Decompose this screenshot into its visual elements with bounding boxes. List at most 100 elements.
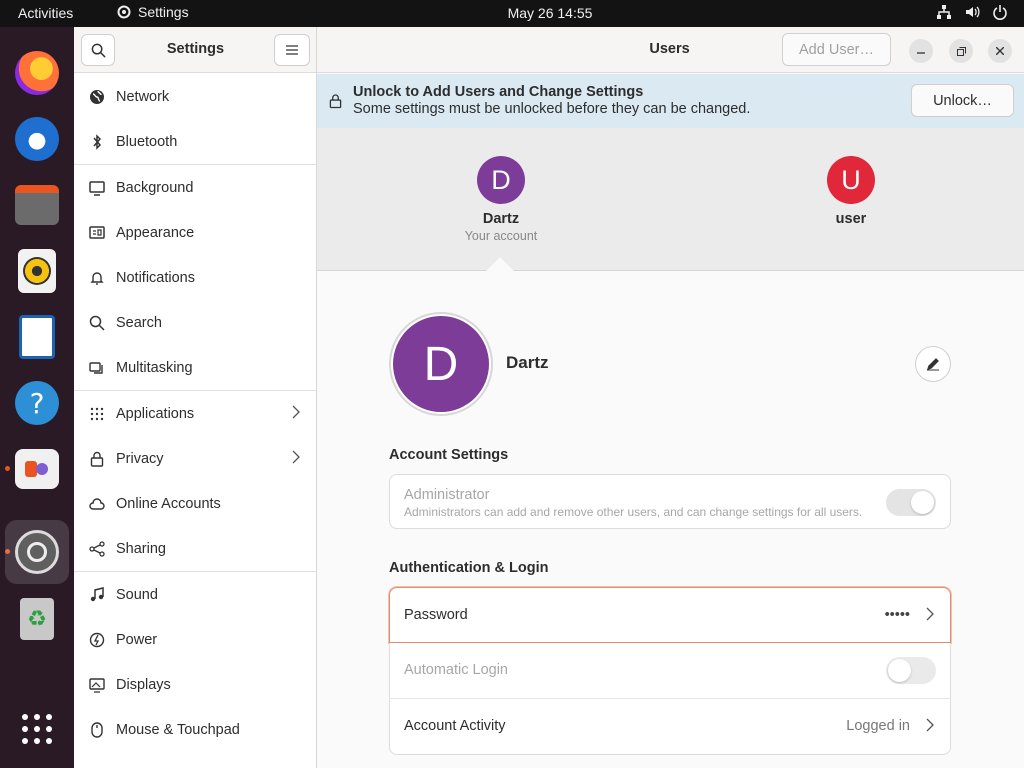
rhythmbox-icon [18, 249, 56, 293]
trash-icon: ♻ [20, 598, 54, 640]
account-settings-card: Administrator Administrators can add and… [389, 474, 951, 529]
selection-indicator [484, 257, 516, 273]
password-label: Password [404, 607, 468, 623]
sidebar-item-online-accounts[interactable]: Online Accounts [74, 481, 316, 526]
search-icon [88, 314, 106, 332]
dock-thunderbird[interactable] [5, 107, 69, 171]
sidebar-list: Network Bluetooth Background Appearance … [74, 74, 316, 752]
profile-avatar[interactable]: D [389, 312, 493, 416]
account-activity-row[interactable]: Account Activity Logged in [389, 699, 951, 755]
unlock-infobar: Unlock to Add Users and Change Settings … [317, 74, 1024, 128]
sidebar-item-sharing[interactable]: Sharing [74, 526, 316, 571]
globe-icon [88, 88, 106, 106]
add-user-button[interactable]: Add User… [782, 33, 891, 66]
sidebar-item-background[interactable]: Background [74, 165, 316, 210]
app-grid-icon [22, 714, 52, 744]
dock-writer[interactable] [5, 305, 69, 369]
chevron-right-icon [292, 405, 300, 419]
sidebar: Settings Network Bluetooth Background Ap… [74, 27, 317, 768]
monitor-icon [88, 179, 106, 197]
lock-icon [88, 450, 106, 468]
dock-settings[interactable] [5, 520, 69, 584]
sidebar-item-label: Appearance [116, 224, 195, 241]
chevron-right-icon [292, 450, 300, 464]
users-panel: Users Add User… Unlock to Add Users and … [317, 27, 1024, 768]
user-name: user [835, 211, 867, 227]
sidebar-item-notifications[interactable]: Notifications [74, 255, 316, 300]
automatic-login-row: Automatic Login [389, 643, 951, 699]
system-tray[interactable] [936, 4, 1008, 20]
dock: ? ♻ [0, 27, 74, 768]
appearance-icon [88, 224, 106, 242]
settings-icon [15, 530, 59, 574]
writer-icon [19, 315, 55, 359]
content-header: Users Add User… [317, 27, 1024, 73]
edit-name-button[interactable] [915, 346, 951, 382]
profile-name: Dartz [506, 353, 549, 372]
power-icon [88, 631, 106, 649]
sidebar-item-label: Privacy [116, 450, 164, 467]
administrator-toggle[interactable] [886, 489, 936, 516]
unlock-button[interactable]: Unlock… [911, 84, 1014, 117]
share-icon [88, 540, 106, 558]
dock-trash[interactable]: ♻ [5, 587, 69, 651]
dock-rhythmbox[interactable] [5, 239, 69, 303]
user-carousel: D Dartz Your account U user [317, 128, 1024, 271]
sidebar-item-power[interactable]: Power [74, 617, 316, 662]
user-card-user[interactable]: U user [771, 156, 931, 227]
sidebar-item-appearance[interactable]: Appearance [74, 210, 316, 255]
clock[interactable]: May 26 14:55 [0, 5, 1024, 21]
sidebar-item-label: Bluetooth [116, 133, 178, 150]
maximize-button[interactable] [949, 39, 973, 63]
network-wired-icon [937, 5, 951, 19]
show-apps-button[interactable] [5, 697, 69, 761]
minimize-icon [917, 52, 925, 54]
sidebar-item-label: Mouse & Touchpad [116, 721, 240, 738]
dock-help[interactable]: ? [5, 371, 69, 435]
close-button[interactable] [988, 39, 1012, 63]
sidebar-item-privacy[interactable]: Privacy [74, 436, 316, 481]
chevron-right-icon [926, 718, 934, 732]
password-row[interactable]: Password ••••• [389, 587, 951, 643]
sidebar-item-sound[interactable]: Sound [74, 572, 316, 617]
administrator-description: Administrators can add and remove other … [404, 505, 863, 519]
minimize-button[interactable] [909, 39, 933, 63]
authentication-card: Password ••••• Automatic Login Account A… [389, 587, 951, 755]
dock-app-center[interactable] [5, 437, 69, 501]
user-card-dartz[interactable]: D Dartz Your account [421, 156, 581, 243]
administrator-label: Administrator [404, 487, 490, 503]
sidebar-header: Settings [74, 27, 316, 73]
sidebar-item-label: Online Accounts [116, 495, 221, 512]
bluetooth-icon [88, 133, 106, 151]
sidebar-item-label: Sharing [116, 540, 166, 557]
app-center-icon [15, 449, 59, 489]
firefox-icon [15, 51, 59, 95]
multitasking-icon [88, 359, 106, 377]
dock-files[interactable] [5, 173, 69, 237]
maximize-icon [956, 46, 966, 56]
volume-icon [966, 6, 980, 18]
main-menu-button[interactable] [274, 34, 310, 66]
infobar-title: Unlock to Add Users and Change Settings [353, 84, 644, 100]
sidebar-item-multitasking[interactable]: Multitasking [74, 345, 316, 390]
sidebar-item-label: Multitasking [116, 359, 193, 376]
automatic-login-toggle[interactable] [886, 657, 936, 684]
sidebar-item-applications[interactable]: Applications [74, 391, 316, 436]
administrator-row: Administrator Administrators can add and… [390, 475, 950, 528]
sidebar-item-network[interactable]: Network [74, 74, 316, 119]
sidebar-item-bluetooth[interactable]: Bluetooth [74, 119, 316, 164]
sidebar-item-search[interactable]: Search [74, 300, 316, 345]
bell-icon [88, 269, 106, 287]
sidebar-item-displays[interactable]: Displays [74, 662, 316, 707]
password-value: ••••• [884, 607, 910, 623]
account-activity-label: Account Activity [404, 718, 506, 734]
files-icon [15, 185, 59, 225]
power-icon [993, 5, 1007, 20]
sidebar-item-mouse-touchpad[interactable]: Mouse & Touchpad [74, 707, 316, 752]
account-settings-heading: Account Settings [389, 447, 509, 463]
avatar: U [827, 156, 875, 204]
mouse-icon [88, 721, 106, 739]
avatar-initial: D [393, 316, 489, 412]
dock-firefox[interactable] [5, 41, 69, 105]
hamburger-icon [286, 45, 298, 55]
